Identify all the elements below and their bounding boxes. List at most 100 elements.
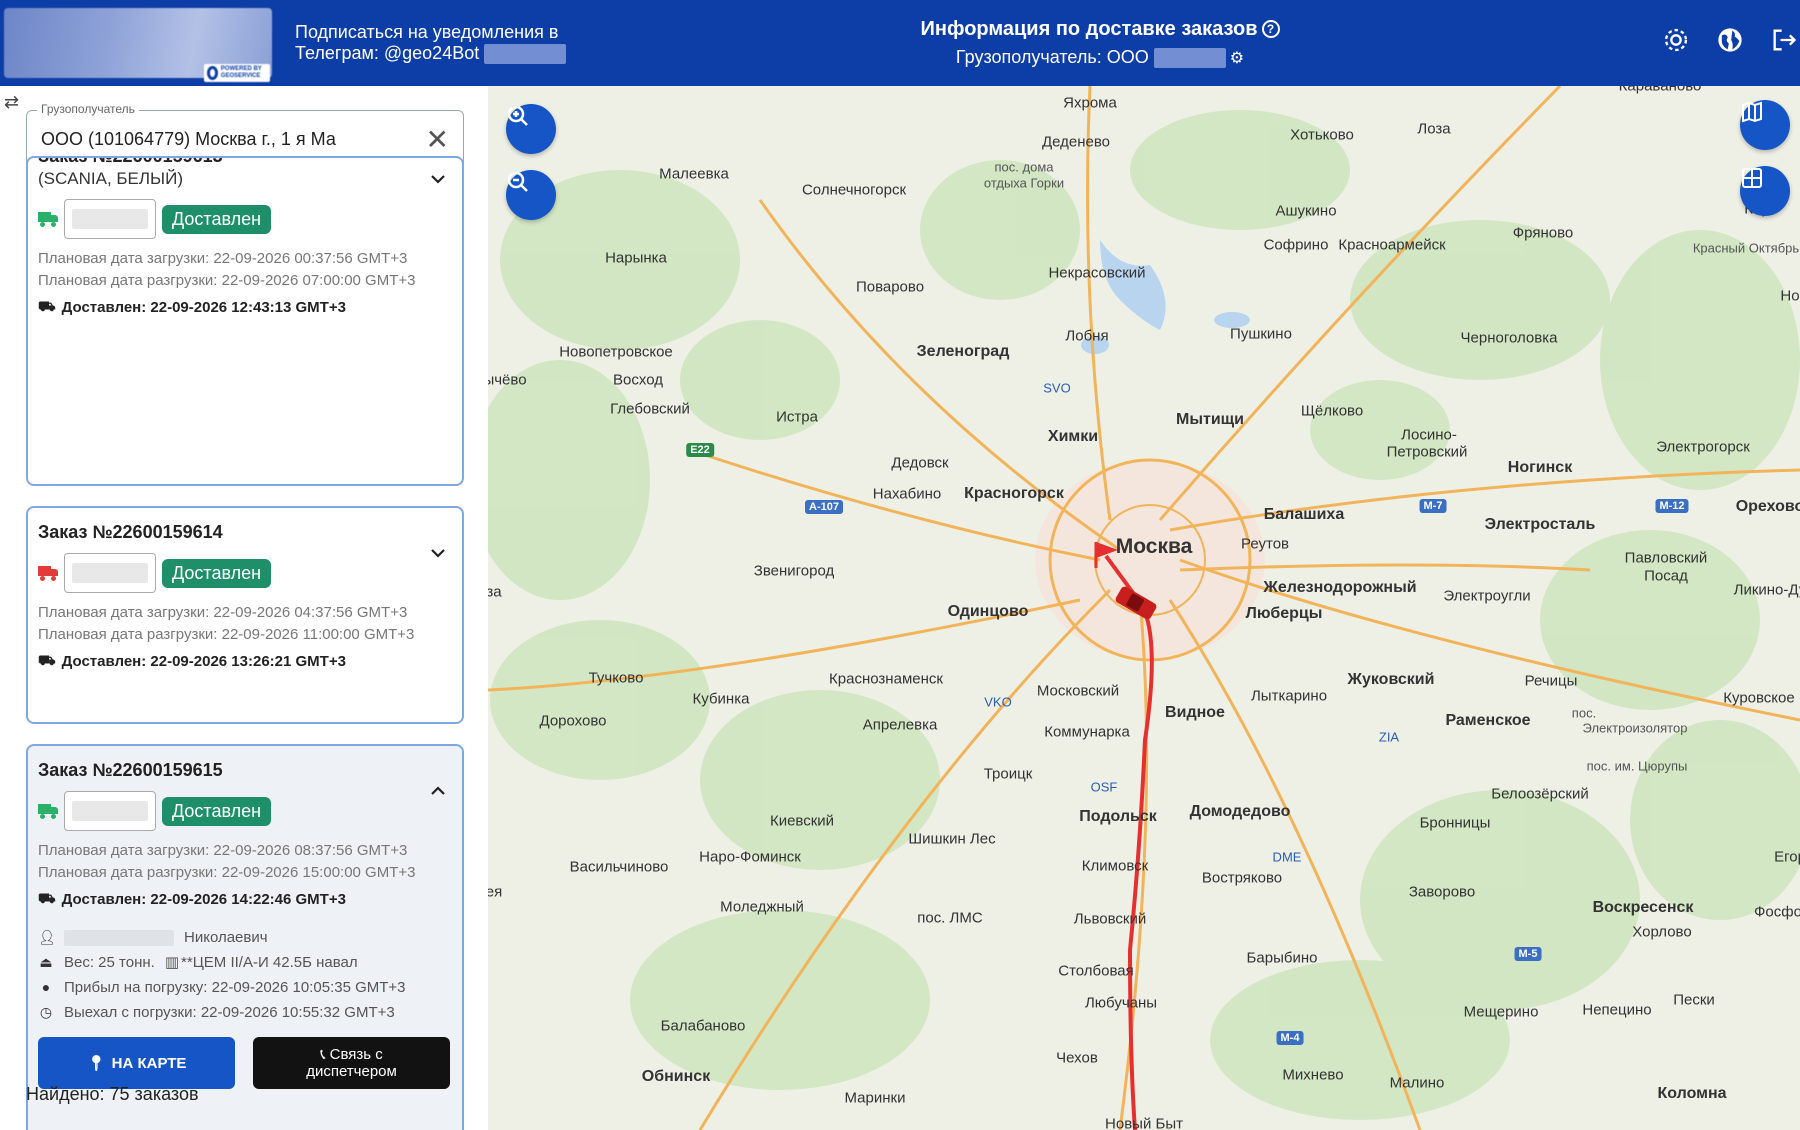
recipient-settings-icon[interactable]: ⚙ bbox=[1230, 50, 1244, 67]
driver-row: 👤︎ Николаевич bbox=[38, 925, 452, 950]
map-place-label: Обнинск bbox=[641, 1068, 711, 1085]
map-place-label: Химки bbox=[1047, 428, 1099, 445]
map-place-label: Любучаны bbox=[1084, 994, 1158, 1012]
map-place-label: Белоозёрский bbox=[1491, 785, 1589, 803]
clock-icon: ◷ bbox=[39, 1004, 53, 1020]
order-card-expanded[interactable]: Заказ №22600159615 Доставлен Плановая да… bbox=[26, 744, 464, 1130]
delivered-date: Доставлен: 22-09-2026 13:26:21 GMT+3 bbox=[61, 653, 346, 670]
map-place-label: Бронницы bbox=[1419, 814, 1491, 832]
cargo-name: **ЦЕМ II/А-И 42.5Б навал bbox=[181, 954, 358, 971]
status-badge: Доставлен bbox=[162, 558, 272, 588]
delivered-date: Доставлен: 22-09-2026 12:43:13 GMT+3 bbox=[61, 299, 346, 316]
settings-gear-icon[interactable] bbox=[1660, 24, 1692, 56]
chevron-down-icon[interactable] bbox=[430, 168, 446, 189]
clear-icon[interactable]: ✕ bbox=[426, 123, 449, 156]
blurred-recipient-name bbox=[1153, 48, 1226, 69]
delivered-date: Доставлен: 22-09-2026 14:22:46 GMT+3 bbox=[61, 891, 346, 908]
road-shield: M-5 bbox=[1514, 947, 1542, 961]
map-place-label: Зеленоград bbox=[916, 343, 1010, 360]
map-place-label: Нарынка bbox=[605, 249, 667, 267]
chevron-up-icon[interactable] bbox=[430, 780, 446, 801]
map-view[interactable]: Яхрома Деденево Хотьково Лоза Малеевка пос. д… bbox=[488, 86, 1800, 1130]
map-place-label: пос. им. Цюрупы bbox=[1586, 758, 1688, 774]
planned-unload-date: Плановая дата разгрузки: 22-09-2026 15:0… bbox=[38, 864, 416, 881]
page-title: Информация по доставке заказов bbox=[920, 18, 1258, 40]
map-place-label: Фосфо bbox=[1754, 903, 1800, 921]
map-place-label: SVO bbox=[1043, 380, 1071, 396]
vehicle-plate bbox=[64, 553, 156, 593]
planned-unload-date: Плановая дата разгрузки: 22-09-2026 11:0… bbox=[38, 626, 415, 643]
language-globe-icon[interactable] bbox=[1714, 24, 1746, 56]
arrived-row: ● Прибыл на погрузку: 22-09-2026 10:05:35… bbox=[38, 975, 452, 1000]
map-place-label: Подольск bbox=[1079, 808, 1157, 825]
map-place-label: ея bbox=[488, 883, 503, 901]
map-place-label: Железнодорожный bbox=[1263, 579, 1417, 596]
order-status-row: Доставлен bbox=[38, 553, 452, 593]
delivered-row: ⛟ Доставлен: 22-09-2026 14:22:46 GMT+3 bbox=[38, 890, 452, 909]
map-place-label: Красногорск bbox=[964, 485, 1064, 502]
order-status-row: Доставлен bbox=[38, 791, 452, 831]
map-place-label: Краснознаменск bbox=[829, 670, 943, 688]
map-place-label: пос. ЛМС bbox=[917, 909, 983, 927]
company-logo[interactable]: POWERED BY GEOSERVICE bbox=[4, 8, 272, 82]
planned-load-date: Плановая дата загрузки: 22-09-2026 00:37… bbox=[38, 250, 408, 267]
blurred-text bbox=[484, 44, 567, 65]
road-shield: E22 bbox=[686, 443, 714, 457]
order-vehicle: (SCANIA, БЕЛЫЙ) bbox=[38, 169, 183, 188]
status-badge: Доставлен bbox=[162, 796, 272, 826]
arrived-at-loading: Прибыл на погрузку: 22-09-2026 10:05:35 … bbox=[64, 979, 406, 996]
truck-icon bbox=[38, 212, 58, 227]
map-place-label: Чехов bbox=[1056, 1049, 1098, 1067]
logout-icon[interactable] bbox=[1768, 24, 1800, 56]
truck-icon bbox=[38, 804, 58, 819]
map-place-label: Заворово bbox=[1408, 883, 1476, 901]
map-layers-button[interactable] bbox=[1740, 100, 1790, 150]
header-actions bbox=[1660, 24, 1800, 56]
map-place-label: Тучково bbox=[588, 669, 644, 687]
map-place-label: Апрелевка bbox=[862, 716, 938, 734]
truck-icon bbox=[38, 566, 58, 581]
contact-dispatcher-button[interactable]: 📞︎ Связь с диспетчером bbox=[253, 1037, 450, 1089]
order-card[interactable]: Заказ №22600159613 (SCANIA, БЕЛЫЙ) Доста… bbox=[26, 156, 464, 486]
recipient-select-value: ООО (101064779) Москва г., 1 я Ма bbox=[41, 129, 336, 149]
telegram-subscribe-link[interactable]: Подписаться на уведомления в Телеграм: @… bbox=[295, 22, 585, 65]
map-place-label: Коломна bbox=[1657, 1085, 1727, 1102]
map-place-label: DME bbox=[1272, 849, 1302, 865]
show-on-map-button[interactable]: 📍︎ НА КАРТЕ bbox=[38, 1037, 235, 1089]
zoom-in-icon bbox=[507, 105, 528, 126]
header-center: Информация по доставке заказов? Грузопол… bbox=[880, 18, 1320, 69]
map-place-label: пос. дома bbox=[994, 159, 1054, 175]
map-place-label: Раменское bbox=[1445, 712, 1531, 729]
map-place-label: Поварово bbox=[855, 278, 925, 296]
map-place-label: Электросталь bbox=[1484, 516, 1596, 533]
map-place-label: Видное bbox=[1165, 704, 1225, 721]
map-place-label: Восход bbox=[613, 371, 663, 389]
chevron-down-icon[interactable] bbox=[430, 542, 446, 563]
map-place-label: Ликино-Ду bbox=[1733, 581, 1800, 599]
geoservice-badge: POWERED BY GEOSERVICE bbox=[204, 64, 270, 82]
map-place-label: Мытищи bbox=[1176, 411, 1244, 428]
map-place-label: Яхрома bbox=[1063, 94, 1117, 112]
map-pin-icon: 📍︎ bbox=[86, 1055, 106, 1072]
map-icon bbox=[1742, 101, 1762, 123]
map-grid-button[interactable] bbox=[1740, 166, 1790, 216]
map-place-label: Новый Быт bbox=[1105, 1115, 1183, 1130]
map-place-label: Воскресенск bbox=[1592, 899, 1694, 916]
map-place-label: Балашиха bbox=[1263, 506, 1345, 523]
map-place-label: Электроизолятор bbox=[1582, 720, 1688, 736]
planned-load-date: Плановая дата загрузки: 22-09-2026 08:37… bbox=[38, 842, 408, 859]
collapse-sidebar-icon[interactable]: ⇄ bbox=[4, 92, 19, 113]
map-place-label: Васильчиново bbox=[569, 858, 669, 876]
delivered-row: ⛟ Доставлен: 22-09-2026 13:26:21 GMT+3 bbox=[38, 652, 452, 671]
order-card[interactable]: Заказ №22600159614 Доставлен Плановая да… bbox=[26, 506, 464, 724]
map-place-label: отдыха Горки bbox=[983, 175, 1065, 191]
zoom-out-button[interactable] bbox=[506, 170, 556, 220]
order-dates: Плановая дата загрузки: 22-09-2026 08:37… bbox=[38, 841, 452, 882]
help-icon[interactable]: ? bbox=[1261, 20, 1280, 38]
map-place-label: Ашукино bbox=[1275, 202, 1337, 220]
road-shield: M-12 bbox=[1655, 499, 1689, 513]
map-place-label: Звенигород bbox=[753, 562, 835, 580]
phone-icon: 📞︎ bbox=[320, 1046, 326, 1063]
map-place-label: Лоза bbox=[1417, 120, 1451, 138]
zoom-in-button[interactable] bbox=[506, 104, 556, 154]
